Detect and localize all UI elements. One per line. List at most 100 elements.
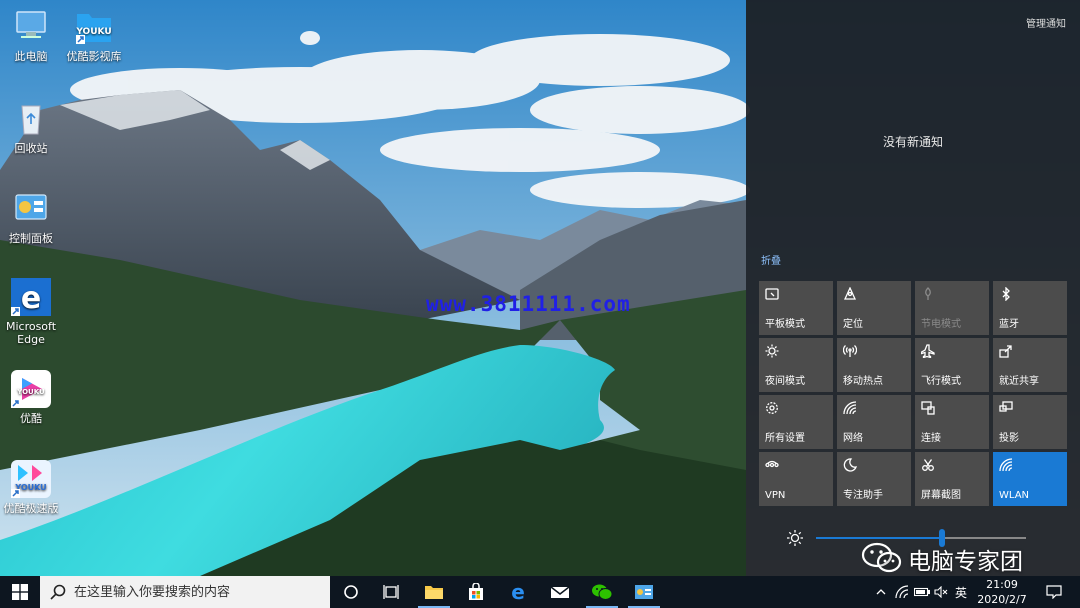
tile-label: VPN	[765, 490, 786, 501]
action-center-panel: 管理通知 没有新通知 折叠 平板模式 定位 节电模式 蓝牙 夜间模式 移动热点	[746, 0, 1080, 576]
wechat-icon	[592, 584, 613, 600]
tile-label: 移动热点	[843, 376, 883, 387]
tile-label: WLAN	[999, 490, 1030, 501]
action-center-button[interactable]	[1036, 576, 1072, 608]
desktop-icon-label: 优酷	[20, 412, 42, 425]
tile-screen-snip[interactable]: 屏幕截图	[915, 452, 989, 506]
desktop-icon-control-panel[interactable]: 控制面板	[0, 190, 67, 245]
youku-icon: YOUKU	[10, 370, 52, 408]
tile-label: 就近共享	[999, 376, 1039, 387]
tile-battery-saver[interactable]: 节电模式	[915, 281, 989, 335]
tile-label: 节电模式	[921, 319, 961, 330]
no-notifications-text: 没有新通知	[882, 135, 943, 149]
tile-location[interactable]: 定位	[837, 281, 911, 335]
edge-icon: e	[10, 278, 52, 316]
tile-wlan[interactable]: WLAN	[993, 452, 1067, 506]
desktop-icon-youku-library[interactable]: YOUKU 优酷影视库	[58, 8, 130, 63]
folder-icon	[425, 586, 443, 599]
tile-label: 专注助手	[843, 490, 883, 501]
desktop-icon-youku[interactable]: YOUKU 优酷	[0, 370, 67, 425]
tray-volume[interactable]	[932, 576, 950, 608]
windows-logo-icon	[12, 584, 28, 600]
desktop-icon-this-pc[interactable]: 此电脑	[0, 8, 67, 63]
tile-bluetooth[interactable]: 蓝牙	[993, 281, 1067, 335]
tile-tablet-mode[interactable]: 平板模式	[759, 281, 833, 335]
youku-lite-icon: YOUKU	[10, 460, 52, 498]
taskbar-app-store[interactable]	[456, 576, 496, 608]
svg-text:YOUKU: YOUKU	[16, 388, 45, 396]
tile-connect[interactable]: 连接	[915, 395, 989, 449]
chevron-up-icon	[876, 589, 886, 595]
svg-text:e: e	[511, 582, 525, 602]
ime-label: 英	[954, 585, 967, 600]
taskbar-app-wechat[interactable]	[582, 576, 622, 608]
clock-time: 21:09	[986, 578, 1018, 591]
taskbar-clock[interactable]: 21:09 2020/2/7	[972, 577, 1032, 607]
tile-label: 蓝牙	[999, 319, 1019, 330]
desktop-icon-youku-lite[interactable]: YOUKU 优酷极速版	[0, 460, 67, 515]
manage-notifications-link[interactable]: 管理通知	[1026, 15, 1066, 30]
tile-nearby-share[interactable]: 就近共享	[993, 338, 1067, 392]
brightness-icon	[787, 530, 803, 546]
taskbar: e 英 21:09 2020/2/7	[0, 576, 1080, 608]
tile-focus-assist[interactable]: 专注助手	[837, 452, 911, 506]
recycle-bin-icon	[10, 100, 52, 138]
tile-label: 夜间模式	[765, 376, 805, 387]
desktop-icon-label: 回收站	[14, 142, 48, 155]
desktop-icon-label: 优酷影视库	[66, 50, 122, 63]
task-view-button[interactable]	[372, 576, 412, 608]
taskbar-app-file-explorer[interactable]	[414, 576, 454, 608]
connect-icon	[921, 401, 935, 415]
tray-network[interactable]	[892, 576, 912, 608]
tile-vpn[interactable]: VPN	[759, 452, 833, 506]
screen-snip-icon	[921, 458, 935, 472]
desktop-icon-label: Microsoft Edge	[5, 320, 57, 346]
desktop-icon-edge[interactable]: e Microsoft Edge	[0, 278, 67, 346]
store-bag-icon	[469, 583, 483, 600]
desktop-icon-label: 控制面板	[9, 232, 53, 245]
settings-icon	[765, 401, 779, 415]
tile-label: 连接	[921, 433, 941, 444]
control-panel-icon	[635, 585, 653, 599]
night-light-icon	[765, 344, 779, 358]
cortana-button[interactable]	[331, 576, 371, 608]
taskbar-app-edge[interactable]: e	[498, 576, 538, 608]
tile-label: 投影	[999, 433, 1019, 444]
taskbar-app-control-panel[interactable]	[624, 576, 664, 608]
tile-airplane-mode[interactable]: 飞行模式	[915, 338, 989, 392]
tile-night-light[interactable]: 夜间模式	[759, 338, 833, 392]
search-input[interactable]	[74, 582, 324, 602]
tile-label: 屏幕截图	[921, 490, 961, 501]
wechat-watermark: 电脑专家团	[860, 540, 1070, 576]
tray-battery[interactable]	[912, 576, 932, 608]
desktop-icon-label: 优酷极速版	[3, 502, 59, 515]
tablet-mode-icon	[765, 287, 779, 301]
desktop-icon-label: 此电脑	[14, 50, 48, 63]
desktop-icon-recycle-bin[interactable]: 回收站	[0, 100, 67, 155]
brightness-track[interactable]	[816, 529, 1026, 547]
collapse-link[interactable]: 折叠	[761, 252, 781, 267]
tray-overflow-button[interactable]	[872, 576, 890, 608]
project-icon	[999, 401, 1013, 415]
tray-input-method[interactable]: 英	[950, 576, 972, 608]
location-icon	[843, 286, 857, 301]
wifi-icon	[999, 458, 1013, 472]
tile-project[interactable]: 投影	[993, 395, 1067, 449]
taskbar-search-box[interactable]	[40, 576, 330, 608]
volume-muted-icon	[934, 586, 948, 598]
computer-icon	[10, 8, 52, 46]
tile-network[interactable]: 网络	[837, 395, 911, 449]
tile-all-settings[interactable]: 所有设置	[759, 395, 833, 449]
start-button[interactable]	[0, 576, 40, 608]
bluetooth-icon	[999, 286, 1013, 302]
focus-assist-icon	[843, 458, 858, 472]
tile-mobile-hotspot[interactable]: 移动热点	[837, 338, 911, 392]
notification-icon	[1046, 585, 1062, 599]
tile-label: 飞行模式	[921, 376, 961, 387]
tile-label: 网络	[843, 433, 863, 444]
brightness-fill	[816, 537, 942, 539]
wifi-icon	[895, 585, 909, 599]
taskbar-app-mail[interactable]	[540, 576, 580, 608]
svg-text:e: e	[21, 281, 41, 316]
wechat-logo-icon	[861, 542, 902, 573]
